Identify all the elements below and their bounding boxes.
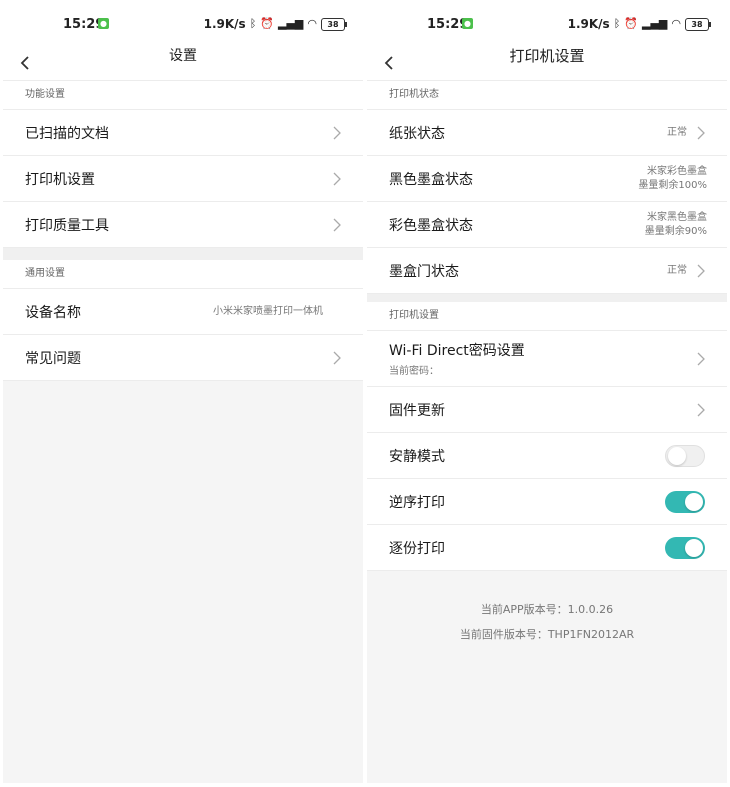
section-header: 功能设置 (3, 81, 363, 110)
row-label: 逐份打印 (389, 540, 445, 557)
message-icon: ● (462, 18, 473, 29)
battery-icon: 38 (685, 17, 711, 31)
cartridge-value: 米家黑色墨盒 墨量剩余90% (645, 211, 707, 239)
reverse-print-item: 逆序打印 (367, 479, 727, 525)
wifi-icon: ◠ (671, 17, 681, 30)
quiet-mode-toggle[interactable] (665, 444, 705, 467)
toggle-knob (685, 538, 703, 557)
row-label: 固件更新 (389, 402, 445, 419)
cartridge-door-status-item[interactable]: 墨盒门状态 正常 (367, 248, 727, 294)
nav-bar: 设置 (3, 48, 363, 81)
section-header: 打印机状态 (367, 81, 727, 110)
row-label: 墨盒门状态 (389, 263, 459, 280)
collate-print-toggle[interactable] (665, 536, 705, 559)
wifi-direct-password-item[interactable]: Wi-Fi Direct密码设置 当前密码： (367, 331, 727, 387)
status-bar: 15:29 ● 1.9K/s ᛒ ⏰ ▂▄▆ ◠ 38 (367, 0, 727, 48)
row-label: 已扫描的文档 (25, 125, 109, 142)
message-icon: ● (98, 18, 109, 29)
chevron-right-icon (333, 218, 341, 231)
device-name-item[interactable]: 设备名称 小米米家喷墨打印一体机 (3, 289, 363, 335)
cartridge-value: 米家彩色墨盒 墨量剩余100% (638, 165, 707, 193)
alarm-icon: ⏰ (260, 17, 274, 30)
app-version: 当前APP版本号：1.0.0.26 (480, 603, 614, 616)
signal-icon: ▂▄▆ (278, 17, 304, 30)
printer-settings-item[interactable]: 打印机设置 (3, 156, 363, 202)
bluetooth-icon: ᛒ (613, 17, 621, 30)
wifi-icon: ◠ (307, 17, 317, 30)
network-speed: 1.9K/s (203, 17, 246, 31)
chevron-right-icon (333, 126, 341, 139)
row-label: 纸张状态 (389, 125, 445, 142)
bluetooth-icon: ᛒ (249, 17, 257, 30)
device-name-value: 小米米家喷墨打印一体机 (213, 305, 323, 317)
row-label: Wi-Fi Direct密码设置 (389, 343, 525, 359)
alarm-icon: ⏰ (624, 17, 638, 30)
toggle-knob (668, 446, 686, 465)
status-bar: 15:29 ● 1.9K/s ᛒ ⏰ ▂▄▆ ◠ 38 (3, 0, 363, 48)
chevron-right-icon (333, 351, 341, 364)
row-label: 设备名称 (25, 304, 81, 321)
row-label: 打印机设置 (25, 171, 95, 188)
section-header: 通用设置 (3, 260, 363, 289)
back-icon[interactable] (377, 51, 401, 75)
signal-icon: ▂▄▆ (642, 17, 668, 30)
chevron-right-icon (697, 352, 705, 365)
chevron-right-icon (697, 126, 705, 139)
battery-icon: 38 (321, 17, 347, 31)
firmware-update-item[interactable]: 固件更新 (367, 387, 727, 433)
chevron-right-icon (697, 403, 705, 416)
faq-item[interactable]: 常见问题 (3, 335, 363, 381)
toggle-knob (685, 492, 703, 511)
chevron-right-icon (697, 264, 705, 277)
reverse-print-toggle[interactable] (665, 490, 705, 513)
row-label: 黑色墨盒状态 (389, 171, 473, 188)
current-password-label: 当前密码： (389, 366, 439, 377)
printer-settings-screen: 15:29 ● 1.9K/s ᛒ ⏰ ▂▄▆ ◠ 38 打印机设置 打印机状态 … (367, 0, 727, 783)
black-cartridge-status-item: 黑色墨盒状态 米家彩色墨盒 墨量剩余100% (367, 156, 727, 202)
door-status-value: 正常 (667, 264, 687, 276)
section-divider (3, 248, 363, 260)
row-label: 逆序打印 (389, 494, 445, 511)
chevron-right-icon (333, 172, 341, 185)
page-title: 打印机设置 (509, 47, 585, 65)
firmware-version: 当前固件版本号：THP1FN2012AR (459, 628, 635, 641)
settings-screen: 15:29 ● 1.9K/s ᛒ ⏰ ▂▄▆ ◠ 38 设置 功能设置 已扫描的… (3, 0, 363, 783)
section-header: 打印机设置 (367, 302, 727, 331)
ink-level: 墨量剩余100% (638, 179, 707, 191)
section-divider (367, 294, 727, 302)
scanned-documents-item[interactable]: 已扫描的文档 (3, 110, 363, 156)
print-quality-tools-item[interactable]: 打印质量工具 (3, 202, 363, 248)
color-cartridge-status-item: 彩色墨盒状态 米家黑色墨盒 墨量剩余90% (367, 202, 727, 248)
page-title: 设置 (169, 48, 197, 64)
paper-status-item[interactable]: 纸张状态 正常 (367, 110, 727, 156)
back-icon[interactable] (13, 51, 37, 75)
network-speed: 1.9K/s (567, 17, 610, 31)
cartridge-name: 米家彩色墨盒 (647, 165, 707, 177)
paper-status-value: 正常 (667, 126, 687, 138)
row-label: 打印质量工具 (25, 217, 109, 234)
version-footer: 当前APP版本号：1.0.0.26 当前固件版本号：THP1FN2012AR (367, 571, 727, 647)
quiet-mode-item: 安静模式 (367, 433, 727, 479)
collate-print-item: 逐份打印 (367, 525, 727, 571)
cartridge-name: 米家黑色墨盒 (647, 211, 707, 223)
nav-bar: 打印机设置 (367, 48, 727, 81)
row-label: 安静模式 (389, 448, 445, 465)
ink-level: 墨量剩余90% (644, 225, 707, 237)
row-label: 彩色墨盒状态 (389, 217, 473, 234)
row-label: 常见问题 (25, 350, 81, 367)
